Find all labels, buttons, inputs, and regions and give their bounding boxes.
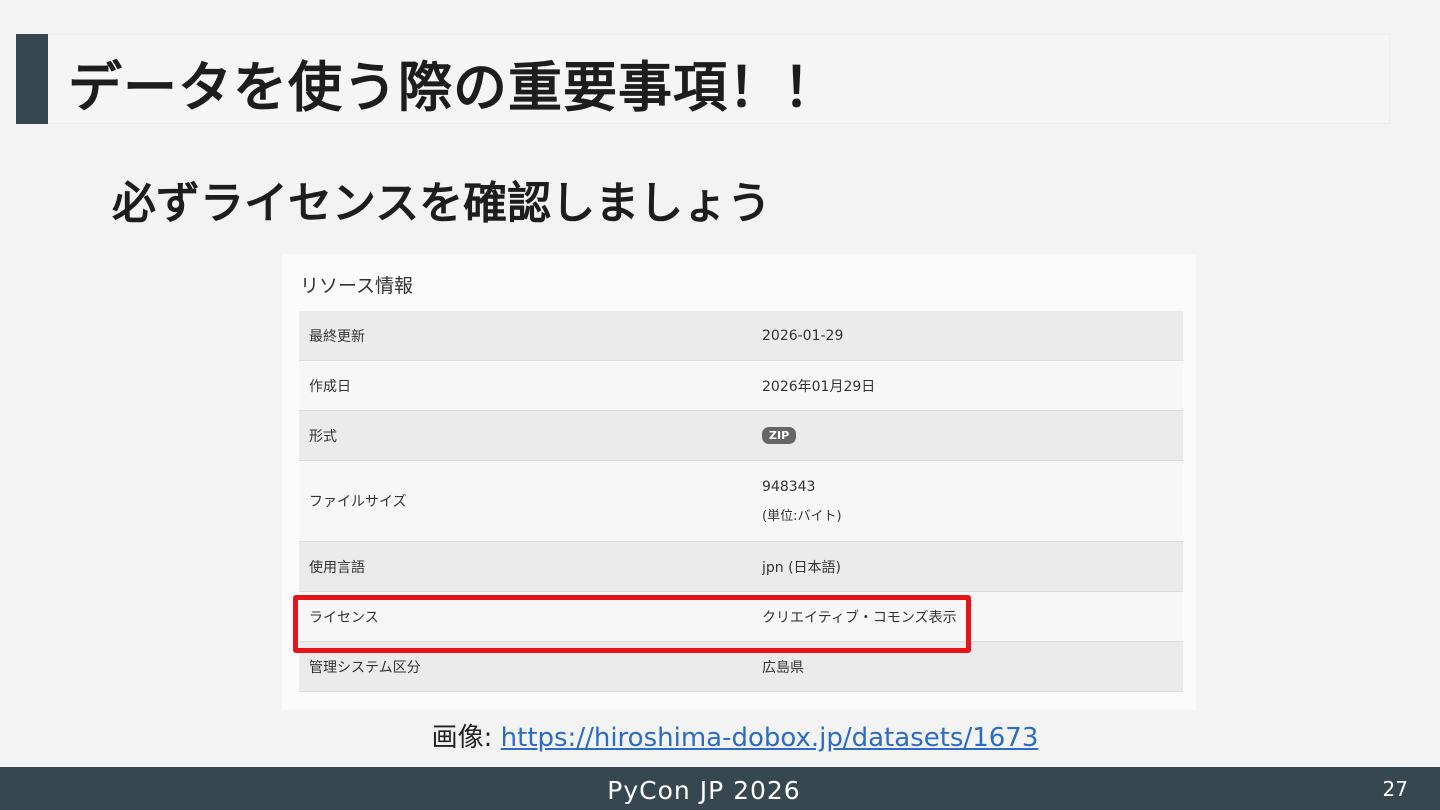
slide: データを使う際の重要事項！！ 必ずライセンスを確認しましょう リソース情報 最終… [0, 0, 1440, 810]
page-number: 27 [1382, 777, 1408, 801]
source-link[interactable]: https://hiroshima-dobox.jp/datasets/1673 [501, 723, 1039, 753]
row-value-format: ZIP [740, 410, 1183, 461]
caption-prefix: 画像: [431, 723, 501, 753]
row-value-created: 2026年01月29日 [740, 360, 1183, 411]
row-key-created: 作成日 [299, 360, 740, 411]
row-value-last-updated: 2026-01-29 [740, 311, 1183, 361]
table-row: 形式 ZIP [299, 410, 1183, 461]
row-value-language: jpn (日本語) [740, 541, 1183, 592]
slide-title: データを使う際の重要事項！！ [68, 56, 838, 119]
file-size-value: 948343 [762, 478, 816, 495]
footer-bar: PyCon JP 2026 27 [0, 767, 1440, 810]
table-row: ファイルサイズ 948343 (単位:バイト) [299, 460, 1183, 542]
file-size-unit: (単位:バイト) [762, 508, 842, 524]
image-caption: 画像: https://hiroshima-dobox.jp/datasets/… [0, 718, 1440, 758]
row-value-file-size: 948343 (単位:バイト) [740, 460, 1183, 542]
row-key-format: 形式 [299, 410, 740, 461]
table-row: 使用言語 jpn (日本語) [299, 541, 1183, 592]
slide-subtitle: 必ずライセンスを確認しましょう [112, 178, 772, 229]
row-key-file-size: ファイルサイズ [299, 460, 740, 542]
footer-event-name: PyCon JP 2026 [607, 776, 801, 805]
resource-info-heading: リソース情報 [300, 275, 414, 297]
title-accent-bar [16, 34, 48, 124]
license-highlight-box [293, 595, 971, 653]
table-row: 作成日 2026年01月29日 [299, 360, 1183, 411]
format-badge: ZIP [762, 427, 797, 444]
row-key-language: 使用言語 [299, 541, 740, 592]
table-row: 最終更新 2026-01-29 [299, 311, 1183, 361]
row-key-last-updated: 最終更新 [299, 311, 740, 361]
